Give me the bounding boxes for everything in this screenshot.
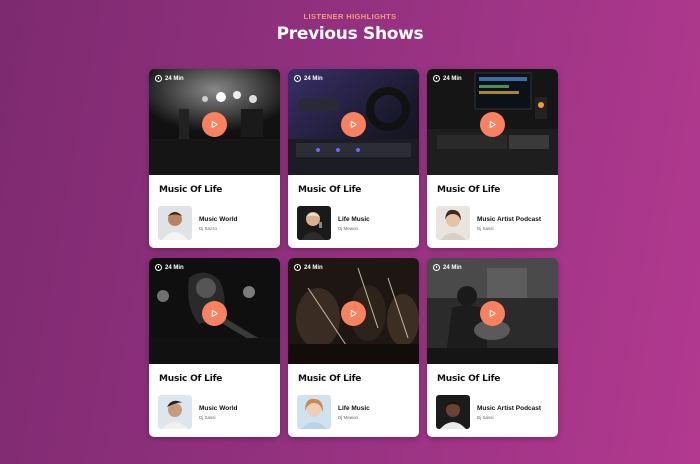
- play-button[interactable]: [341, 112, 366, 137]
- card-title[interactable]: Music Of Life: [298, 374, 361, 384]
- host-avatar: [436, 206, 470, 240]
- play-button[interactable]: [202, 112, 227, 137]
- host-avatar: [158, 206, 192, 240]
- host-name: Dj Sassi: [199, 415, 216, 420]
- show-name[interactable]: Music Artist Podcast: [477, 216, 541, 223]
- clock-icon: [433, 75, 440, 82]
- duration-badge: 24 Min: [294, 264, 323, 271]
- play-button[interactable]: [341, 301, 366, 326]
- host-avatar: [158, 395, 192, 429]
- play-button[interactable]: [480, 301, 505, 326]
- show-thumbnail[interactable]: 24 Min: [288, 69, 419, 175]
- duration-text: 24 Min: [304, 75, 323, 82]
- host-avatar: [297, 395, 331, 429]
- show-name[interactable]: Life Music: [338, 216, 370, 223]
- play-icon: [211, 309, 218, 318]
- duration-text: 24 Min: [304, 264, 323, 271]
- show-card[interactable]: 24 Min Music Of Life Music World Dj Sass…: [149, 258, 280, 437]
- show-thumbnail[interactable]: 24 Min: [427, 69, 558, 175]
- host-name: Dj Mewon: [338, 226, 359, 231]
- clock-icon: [433, 264, 440, 271]
- play-button[interactable]: [480, 112, 505, 137]
- clock-icon: [294, 75, 301, 82]
- card-title[interactable]: Music Of Life: [298, 185, 361, 195]
- duration-text: 24 Min: [165, 75, 184, 82]
- show-name[interactable]: Music World: [199, 216, 238, 223]
- clock-icon: [155, 264, 162, 271]
- host-name: Dj Mewon: [338, 415, 359, 420]
- host-name: Dj Sassi: [477, 415, 494, 420]
- show-name[interactable]: Music World: [199, 405, 238, 412]
- show-name[interactable]: Life Music: [338, 405, 370, 412]
- clock-icon: [294, 264, 301, 271]
- host-name: Dj Sazzo: [199, 226, 218, 231]
- show-thumbnail[interactable]: 24 Min: [288, 258, 419, 364]
- clock-icon: [155, 75, 162, 82]
- duration-text: 24 Min: [165, 264, 184, 271]
- show-card[interactable]: 24 Min Music Of Life Life Music Dj Mewon: [288, 69, 419, 248]
- host-name: Dj Sassi: [477, 226, 494, 231]
- shows-grid: 24 Min Music Of Life Music World Dj Sazz…: [149, 69, 558, 437]
- card-title[interactable]: Music Of Life: [437, 185, 500, 195]
- host-avatar: [297, 206, 331, 240]
- duration-badge: 24 Min: [294, 75, 323, 82]
- show-thumbnail[interactable]: 24 Min: [149, 69, 280, 175]
- play-icon: [489, 309, 496, 318]
- show-card[interactable]: 24 Min Music Of Life Life Music Dj Mewon: [288, 258, 419, 437]
- show-card[interactable]: 24 Min Music Of Life Music World Dj Sazz…: [149, 69, 280, 248]
- show-thumbnail[interactable]: 24 Min: [427, 258, 558, 364]
- show-thumbnail[interactable]: 24 Min: [149, 258, 280, 364]
- card-title[interactable]: Music Of Life: [159, 374, 222, 384]
- play-icon: [350, 309, 357, 318]
- card-title[interactable]: Music Of Life: [437, 374, 500, 384]
- duration-text: 24 Min: [443, 75, 462, 82]
- host-avatar: [436, 395, 470, 429]
- play-icon: [489, 120, 496, 129]
- duration-text: 24 Min: [443, 264, 462, 271]
- play-icon: [211, 120, 218, 129]
- play-button[interactable]: [202, 301, 227, 326]
- duration-badge: 24 Min: [155, 264, 184, 271]
- section-eyebrow: LISTENER HIGHLIGHTS: [303, 12, 397, 21]
- card-title[interactable]: Music Of Life: [159, 185, 222, 195]
- section-title: Previous Shows: [276, 24, 424, 44]
- duration-badge: 24 Min: [433, 264, 462, 271]
- show-card[interactable]: 24 Min Music Of Life Music Artist Podcas…: [427, 258, 558, 437]
- show-card[interactable]: 24 Min Music Of Life Music Artist Podcas…: [427, 69, 558, 248]
- duration-badge: 24 Min: [433, 75, 462, 82]
- show-name[interactable]: Music Artist Podcast: [477, 405, 541, 412]
- duration-badge: 24 Min: [155, 75, 184, 82]
- play-icon: [350, 120, 357, 129]
